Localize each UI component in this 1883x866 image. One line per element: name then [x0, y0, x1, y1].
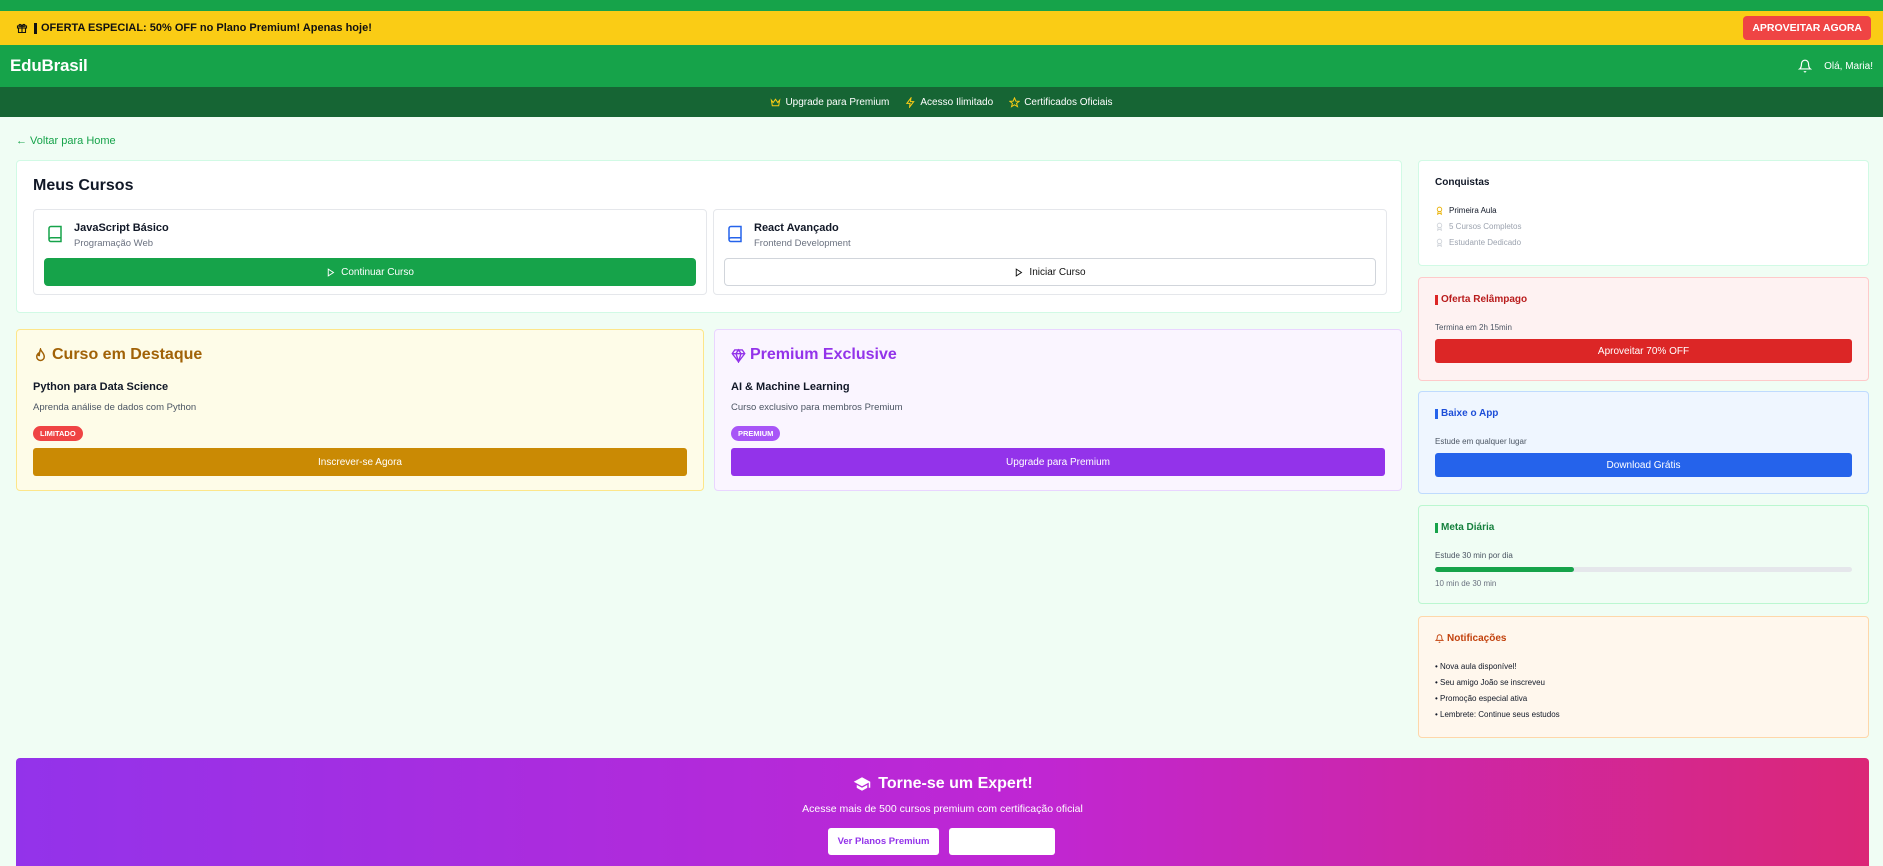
- daily-goal-title: Meta Diária: [1435, 522, 1494, 533]
- course-title: React Avançado: [754, 222, 839, 234]
- flash-offer-title: Oferta Relâmpago: [1435, 294, 1527, 305]
- achievement-item: Primeira Aula: [1435, 206, 1497, 215]
- featured-course-card: Curso em Destaque Python para Data Scien…: [16, 329, 704, 491]
- expert-banner-title-text: Torne-se um Expert!: [878, 775, 1033, 792]
- daily-goal-title-text: Meta Diária: [1441, 522, 1495, 533]
- limited-badge: LIMITADO: [33, 426, 83, 441]
- flame-icon: [35, 347, 46, 361]
- course-subtitle: Frontend Development: [754, 238, 851, 249]
- premium-badge: PREMIUM: [731, 426, 781, 441]
- secondary-banner-button[interactable]: [949, 828, 1055, 855]
- my-courses-section: Meus Cursos JavaScript Básico Programaçã…: [16, 160, 1402, 313]
- achievements-title: Conquistas: [1435, 177, 1490, 188]
- expert-banner-title: Torne-se um Expert!: [16, 775, 1869, 793]
- subnav-item-certificates[interactable]: Certificados Oficiais: [1009, 96, 1113, 108]
- notification-item[interactable]: • Promoção especial ativa: [1435, 694, 1527, 703]
- award-icon: [1436, 206, 1443, 215]
- book-icon: [48, 225, 62, 243]
- gift-icon: [16, 22, 28, 34]
- zap-icon: [906, 96, 916, 108]
- achievement-label: Primeira Aula: [1449, 206, 1497, 215]
- achievements-card: Conquistas Primeira Aula 5 Cursos Comple…: [1418, 160, 1869, 266]
- view-premium-plans-button[interactable]: Ver Planos Premium: [828, 828, 939, 855]
- gem-icon: [731, 348, 746, 363]
- flash-offer-card: Oferta Relâmpago Termina em 2h 15min Apr…: [1418, 277, 1869, 381]
- my-courses-title: Meus Cursos: [33, 177, 134, 194]
- graduation-cap-icon: [854, 777, 871, 791]
- upgrade-premium-button[interactable]: Upgrade para Premium: [731, 448, 1385, 476]
- featured-title-text: Curso em Destaque: [52, 346, 203, 363]
- achievement-item: Estudante Dedicado: [1435, 238, 1521, 247]
- promo-text: OFERTA ESPECIAL: 50% OFF no Plano Premiu…: [41, 22, 372, 34]
- notification-item[interactable]: • Nova aula disponível!: [1435, 662, 1517, 671]
- app-download-card: Baixe o App Estude em qualquer lugar Dow…: [1418, 391, 1869, 494]
- promo-cta-button[interactable]: APROVEITAR AGORA: [1743, 16, 1871, 40]
- daily-goal-progress-bar: [1435, 567, 1852, 572]
- main-header: EduBrasil Olá, Maria!: [0, 45, 1883, 87]
- course-card: React Avançado Frontend Development Inic…: [713, 209, 1387, 295]
- premium-course-card: Premium Exclusive AI & Machine Learning …: [714, 329, 1402, 491]
- achievement-item: 5 Cursos Completos: [1435, 222, 1521, 231]
- app-download-title: Baixe o App: [1435, 408, 1498, 419]
- promo-banner: OFERTA ESPECIAL: 50% OFF no Plano Premiu…: [0, 11, 1883, 45]
- notification-item[interactable]: • Seu amigo João se inscreveu: [1435, 678, 1545, 687]
- featured-course-name: Python para Data Science: [33, 381, 169, 393]
- daily-goal-progress-text: 10 min de 30 min: [1435, 579, 1497, 588]
- play-icon: [1016, 267, 1023, 277]
- continue-course-button[interactable]: Continuar Curso: [44, 258, 696, 286]
- app-download-title-text: Baixe o App: [1441, 408, 1499, 419]
- notification-item[interactable]: • Lembrete: Continue seus estudos: [1435, 710, 1560, 719]
- featured-title: Curso em Destaque: [33, 346, 202, 364]
- app-download-text: Estude em qualquer lugar: [1435, 437, 1527, 446]
- notifications-title-text: Notificações: [1447, 633, 1507, 644]
- crown-icon: [770, 97, 781, 106]
- flash-marker-icon: [1435, 294, 1438, 305]
- star-icon: [1009, 96, 1021, 108]
- course-card: JavaScript Básico Programação Web Contin…: [33, 209, 707, 295]
- user-greeting[interactable]: Olá, Maria!: [1824, 61, 1873, 72]
- book-icon: [728, 225, 742, 243]
- achievement-label: 5 Cursos Completos: [1449, 222, 1522, 231]
- premium-title-text: Premium Exclusive: [750, 346, 897, 363]
- daily-goal-progress-fill: [1435, 567, 1574, 572]
- button-label: Continuar Curso: [341, 266, 414, 278]
- button-label: Iniciar Curso: [1029, 266, 1086, 278]
- featured-course-description: Aprenda análise de dados com Python: [33, 402, 197, 413]
- achievement-label: Estudante Dedicado: [1449, 238, 1522, 247]
- expert-banner: Torne-se um Expert! Acesse mais de 500 c…: [16, 758, 1869, 866]
- subnav-item-unlimited[interactable]: Acesso Ilimitado: [905, 96, 994, 108]
- expert-banner-subtitle: Acesse mais de 500 cursos premium com ce…: [802, 803, 1083, 815]
- sub-navigation: Upgrade para Premium Acesso Ilimitado Ce…: [0, 87, 1883, 117]
- download-app-button[interactable]: Download Grátis: [1435, 453, 1852, 477]
- bell-icon: [1435, 634, 1444, 643]
- award-icon: [1436, 222, 1443, 231]
- premium-title: Premium Exclusive: [731, 346, 897, 364]
- start-course-button[interactable]: Iniciar Curso: [724, 258, 1376, 286]
- course-subtitle: Programação Web: [74, 238, 154, 249]
- course-title: JavaScript Básico: [74, 222, 169, 234]
- daily-goal-card: Meta Diária Estude 30 min por dia 10 min…: [1418, 505, 1869, 604]
- notifications-title: Notificações: [1435, 633, 1506, 644]
- top-strip: [0, 0, 1883, 11]
- subnav-label: Acesso Ilimitado: [920, 96, 994, 108]
- flash-offer-title-text: Oferta Relâmpago: [1441, 294, 1528, 305]
- daily-goal-text: Estude 30 min por dia: [1435, 551, 1513, 560]
- goal-marker-icon: [1435, 522, 1438, 533]
- subnav-label: Upgrade para Premium: [785, 96, 890, 108]
- play-icon: [327, 267, 335, 277]
- subnav-label: Certificados Oficiais: [1024, 96, 1113, 108]
- flash-offer-button[interactable]: Aproveitar 70% OFF: [1435, 339, 1852, 363]
- subnav-item-premium[interactable]: Upgrade para Premium: [770, 97, 889, 108]
- phone-icon: [1435, 408, 1438, 419]
- award-icon: [1436, 238, 1443, 247]
- premium-course-description: Curso exclusivo para membros Premium: [731, 402, 903, 413]
- back-to-home-link[interactable]: ← Voltar para Home: [16, 135, 116, 147]
- logo[interactable]: EduBrasil: [10, 56, 88, 76]
- premium-course-name: AI & Machine Learning: [731, 381, 850, 393]
- flash-offer-countdown: Termina em 2h 15min: [1435, 323, 1512, 332]
- enroll-now-button[interactable]: Inscrever-se Agora: [33, 448, 687, 476]
- bell-icon[interactable]: [1798, 59, 1813, 73]
- promo-marker-icon: [34, 22, 37, 34]
- notifications-card: Notificações • Nova aula disponível! • S…: [1418, 616, 1869, 738]
